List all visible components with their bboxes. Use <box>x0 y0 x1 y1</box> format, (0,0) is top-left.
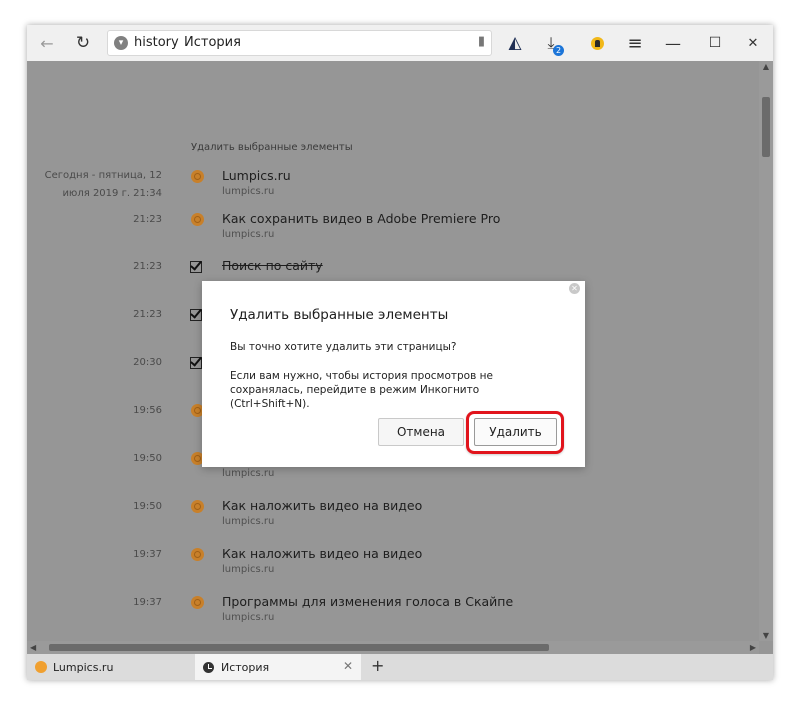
scroll-down-icon[interactable]: ▼ <box>759 631 773 640</box>
back-icon[interactable]: ← <box>35 25 59 61</box>
delete-button[interactable]: Удалить <box>474 418 557 446</box>
history-favicon-icon[interactable] <box>191 548 204 561</box>
horizontal-scroll-thumb[interactable] <box>49 644 549 651</box>
bookmark-icon[interactable]: ▮ <box>478 34 485 49</box>
history-time: 21:23 <box>133 309 162 320</box>
history-item-domain: lumpics.ru <box>222 229 275 240</box>
lumpics-favicon-icon <box>35 661 47 673</box>
history-time: 19:50 <box>133 453 162 464</box>
history-checkbox-checked-icon[interactable] <box>190 261 202 273</box>
dialog-hint: Если вам нужно, чтобы история просмотров… <box>230 370 493 410</box>
delete-selected-link[interactable]: Удалить выбранные элементы <box>191 142 353 153</box>
history-item-title[interactable]: Программы для изменения голоса в Скайпе <box>222 594 513 609</box>
new-tab-icon[interactable]: + <box>371 656 384 675</box>
extension-icon[interactable] <box>585 25 609 61</box>
address-scheme: history <box>134 35 179 50</box>
history-item-domain: lumpics.ru <box>222 468 275 479</box>
history-time: 21:23 <box>133 261 162 272</box>
downloads-icon[interactable]: ⤓ 2 <box>539 25 564 61</box>
maximize-icon[interactable]: ☐ <box>703 25 727 61</box>
scroll-right-icon[interactable]: ▶ <box>750 641 756 654</box>
history-item-title[interactable]: Как наложить видео на видео <box>222 546 422 561</box>
history-favicon-icon[interactable] <box>191 213 204 226</box>
horizontal-scrollbar[interactable]: ◀ ▶ <box>27 641 759 654</box>
browser-window: ← ↻ ▾ history История ▮ ◭ ⤓ 2 ≡ — ☐ ✕ Уд… <box>27 25 773 680</box>
extension-badge-icon <box>590 36 604 50</box>
downloads-badge: 2 <box>553 45 564 56</box>
window-close-icon[interactable]: ✕ <box>741 25 765 61</box>
cancel-button[interactable]: Отмена <box>378 418 464 446</box>
history-time: 19:56 <box>133 405 162 416</box>
scroll-up-icon[interactable]: ▲ <box>759 62 773 71</box>
minimize-icon[interactable]: — <box>661 25 685 61</box>
history-item-title[interactable]: Поиск по сайту <box>222 258 323 273</box>
history-item-domain: lumpics.ru <box>222 564 275 575</box>
tab-close-icon[interactable]: ✕ <box>343 659 353 673</box>
vertical-scrollbar[interactable]: ▲ ▼ <box>759 61 773 641</box>
browser-toolbar: ← ↻ ▾ history История ▮ ◭ ⤓ 2 ≡ — ☐ ✕ <box>27 25 773 61</box>
history-page: Удалить выбранные элементы Сегодня - пят… <box>27 61 773 654</box>
alice-icon[interactable]: ◭ <box>503 25 527 61</box>
dialog-close-icon[interactable]: ✕ <box>569 283 580 294</box>
reload-icon[interactable]: ↻ <box>71 25 95 61</box>
history-time: 19:37 <box>133 597 162 608</box>
delete-confirm-dialog: ✕ Удалить выбранные элементы Вы точно хо… <box>202 281 585 467</box>
dialog-title: Удалить выбранные элементы <box>230 307 449 323</box>
history-item-title[interactable]: Lumpics.ru <box>222 168 291 183</box>
history-time: 19:37 <box>133 549 162 560</box>
history-item-title[interactable]: Как сохранить видео в Adobe Premiere Pro <box>222 211 500 226</box>
menu-icon[interactable]: ≡ <box>623 25 647 61</box>
history-time: 20:30 <box>133 357 162 368</box>
address-page-title: История <box>184 35 241 50</box>
date-header-line2: июля 2019 г. 21:34 <box>62 188 162 199</box>
address-bar[interactable]: ▾ history История ▮ <box>107 30 492 56</box>
history-favicon-icon[interactable] <box>191 170 204 183</box>
history-time: 21:23 <box>133 214 162 225</box>
history-checkbox-checked-icon[interactable] <box>190 309 202 321</box>
history-clock-icon <box>203 661 214 673</box>
history-item-domain: lumpics.ru <box>222 612 275 623</box>
history-item-domain: lumpics.ru <box>222 516 275 527</box>
history-favicon-icon[interactable] <box>191 596 204 609</box>
history-item-domain: lumpics.ru <box>222 186 275 197</box>
tab-bar: Lumpics.ru История ✕ + <box>27 654 773 680</box>
tab-history[interactable]: История ✕ <box>195 654 361 680</box>
tab-label: История <box>221 660 270 674</box>
dialog-question: Вы точно хотите удалить эти страницы? <box>230 341 457 353</box>
history-favicon-icon[interactable] <box>191 500 204 513</box>
vertical-scroll-thumb[interactable] <box>762 97 770 157</box>
history-item-title[interactable]: Как наложить видео на видео <box>222 498 422 513</box>
tab-label: Lumpics.ru <box>53 660 114 674</box>
history-time: 19:50 <box>133 501 162 512</box>
tab-lumpics[interactable]: Lumpics.ru <box>27 654 193 680</box>
scroll-left-icon[interactable]: ◀ <box>30 641 36 654</box>
history-checkbox-checked-icon[interactable] <box>190 357 202 369</box>
date-header-line1: Сегодня - пятница, 12 <box>44 170 162 181</box>
site-info-icon[interactable]: ▾ <box>114 36 128 50</box>
